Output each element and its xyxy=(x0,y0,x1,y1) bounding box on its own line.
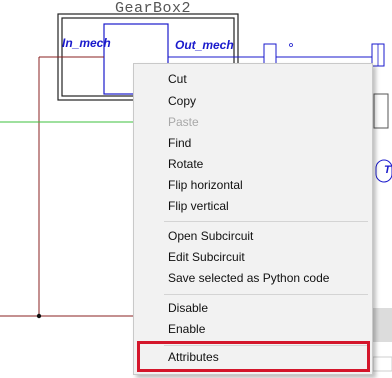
context-menu: Cut Copy Paste Find Rotate Flip horizont… xyxy=(133,63,373,375)
menu-separator xyxy=(164,294,368,295)
menu-item-flip-horizontal[interactable]: Flip horizontal xyxy=(134,175,372,195)
right-block-label: T xyxy=(384,164,391,176)
menu-item-attributes[interactable]: Attributes xyxy=(134,347,372,367)
menu-item-rotate[interactable]: Rotate xyxy=(134,154,372,174)
gearbox-title: GearBox2 xyxy=(114,0,191,17)
menu-separator xyxy=(164,345,368,346)
menu-item-find[interactable]: Find xyxy=(134,133,372,153)
menu-separator xyxy=(164,221,368,222)
menu-item-cut[interactable]: Cut xyxy=(134,69,372,89)
menu-item-paste[interactable]: Paste xyxy=(134,112,372,132)
menu-item-save-python[interactable]: Save selected as Python code xyxy=(134,268,372,288)
wire-junction xyxy=(36,313,42,319)
out-port-label: Out_mech xyxy=(175,38,234,52)
menu-item-enable[interactable]: Enable xyxy=(134,319,372,339)
menu-item-edit-subcircuit[interactable]: Edit Subcircuit xyxy=(134,247,372,267)
in-port-label: In_mech xyxy=(62,36,111,50)
menu-item-open-subcircuit[interactable]: Open Subcircuit xyxy=(134,226,372,246)
menu-item-disable[interactable]: Disable xyxy=(134,298,372,318)
menu-item-copy[interactable]: Copy xyxy=(134,91,372,111)
menu-item-flip-vertical[interactable]: Flip vertical xyxy=(134,196,372,216)
